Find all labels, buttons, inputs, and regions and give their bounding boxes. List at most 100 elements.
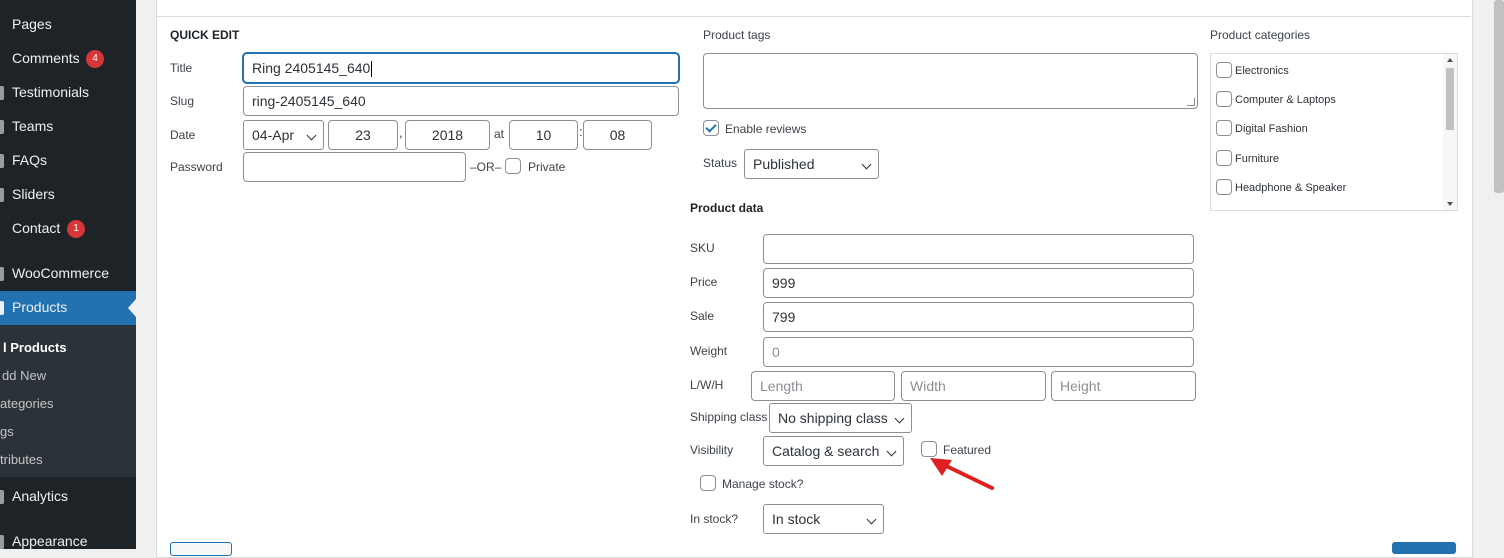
date-label: Date <box>170 128 196 142</box>
menu-label: Appearance <box>12 533 88 549</box>
category-checkbox[interactable] <box>1216 120 1232 136</box>
month-value: 04-Apr <box>252 127 295 143</box>
menu-label: Sliders <box>12 186 55 202</box>
menu-comments[interactable]: Comments 4 <box>0 42 136 76</box>
price-input[interactable]: 999 <box>763 268 1194 298</box>
menu-label: Pages <box>12 16 52 32</box>
status-value: Published <box>753 156 815 172</box>
menu-appearance[interactable]: Appearance <box>0 525 136 549</box>
menu-label: Products <box>12 299 68 315</box>
shipping-class-label: Shipping class <box>690 410 768 424</box>
private-checkbox[interactable] <box>505 158 521 174</box>
hour-input[interactable]: 10 <box>509 120 578 150</box>
update-button[interactable] <box>1392 542 1456 554</box>
menu-contact[interactable]: Contact 1 <box>0 212 136 246</box>
length-input[interactable]: Length <box>751 371 895 401</box>
category-checkbox[interactable] <box>1216 62 1232 78</box>
enable-reviews-label: Enable reviews <box>725 122 807 136</box>
slug-input[interactable]: ring-2405145_640 <box>243 86 679 116</box>
stock-status-value: In stock <box>772 511 821 527</box>
menu-label: Testimonials <box>12 84 90 100</box>
password-input[interactable] <box>243 152 466 182</box>
minute-input[interactable]: 08 <box>583 120 652 150</box>
woocommerce-icon <box>0 267 4 281</box>
stock-status-select[interactable]: In stock <box>763 504 884 534</box>
month-select[interactable]: 04-Apr <box>243 120 324 150</box>
product-tags-textarea[interactable] <box>703 53 1198 109</box>
scroll-up-icon[interactable] <box>1447 58 1453 62</box>
menu-woocommerce[interactable]: WooCommerce <box>0 257 136 291</box>
visibility-select[interactable]: Catalog & search <box>763 436 904 466</box>
shipping-class-select[interactable]: No shipping class <box>769 403 912 433</box>
category-checkbox[interactable] <box>1216 150 1232 166</box>
price-label: Price <box>690 275 718 289</box>
testimonials-icon <box>0 86 4 100</box>
menu-label: Comments <box>12 50 80 66</box>
submenu-all-products[interactable]: l Products <box>0 334 136 362</box>
category-label: Computer & Laptops <box>1235 94 1336 106</box>
categories-scroll-thumb[interactable] <box>1446 68 1454 130</box>
product-data-heading: Product data <box>690 201 764 215</box>
menu-teams[interactable]: Teams <box>0 110 136 144</box>
appearance-icon <box>0 535 4 549</box>
manage-stock-checkbox[interactable] <box>700 475 716 491</box>
year-input[interactable]: 2018 <box>405 120 490 150</box>
text-cursor <box>371 61 373 78</box>
submenu-label: l Products <box>3 340 67 355</box>
admin-sidebar: Pages Comments 4 Testimonials Teams FAQs… <box>0 0 136 549</box>
chevron-down-icon <box>866 514 877 525</box>
sku-input[interactable] <box>763 234 1194 264</box>
menu-label: Teams <box>12 118 54 134</box>
scroll-down-icon[interactable] <box>1447 202 1453 206</box>
at-label: at <box>494 127 505 141</box>
sale-input[interactable]: 799 <box>763 302 1194 332</box>
title-input[interactable]: Ring 2405145_640 <box>243 53 679 83</box>
submenu-categories[interactable]: ategories <box>0 390 136 418</box>
menu-sliders[interactable]: Sliders <box>0 178 136 212</box>
menu-faqs[interactable]: FAQs <box>0 144 136 178</box>
resize-grip-icon[interactable] <box>1187 98 1195 106</box>
chevron-down-icon <box>894 413 905 424</box>
menu-products[interactable]: Products <box>0 291 136 325</box>
page-scroll-thumb[interactable] <box>1494 0 1504 193</box>
category-label: Electronics <box>1235 65 1289 77</box>
dimensions-label: L/W/H <box>690 378 724 392</box>
active-indicator <box>128 299 136 317</box>
title-value: Ring 2405145_640 <box>252 60 371 76</box>
menu-testimonials[interactable]: Testimonials <box>0 76 136 110</box>
category-checkbox[interactable] <box>1216 91 1232 107</box>
menu-pages[interactable]: Pages <box>0 8 136 42</box>
cancel-button[interactable] <box>170 542 232 556</box>
category-checkbox[interactable] <box>1216 179 1232 195</box>
categories-scrollbar[interactable] <box>1443 54 1457 210</box>
product-categories-list[interactable]: Electronics Computer & Laptops Digital F… <box>1210 53 1458 211</box>
menu-analytics[interactable]: Analytics <box>0 480 136 514</box>
visibility-label: Visibility <box>690 443 734 457</box>
product-categories-label: Product categories <box>1210 28 1311 42</box>
teams-icon <box>0 120 4 134</box>
width-input[interactable]: Width <box>901 371 1046 401</box>
enable-reviews-checkbox[interactable] <box>703 120 719 136</box>
faqs-icon <box>0 154 4 168</box>
weight-input[interactable]: 0 <box>763 337 1194 367</box>
manage-stock-label: Manage stock? <box>722 477 804 491</box>
submenu-attributes[interactable]: tributes <box>0 446 136 474</box>
submenu-add-new[interactable]: dd New <box>0 362 136 390</box>
submenu-tags[interactable]: gs <box>0 418 136 446</box>
status-select[interactable]: Published <box>744 149 879 179</box>
visibility-value: Catalog & search <box>772 443 880 459</box>
shipping-class-value: No shipping class <box>778 410 888 426</box>
submenu-label: gs <box>0 424 14 439</box>
contact-count-badge: 1 <box>67 220 85 238</box>
weight-label: Weight <box>690 344 728 358</box>
height-input[interactable]: Height <box>1051 371 1196 401</box>
sliders-icon <box>0 188 4 202</box>
day-input[interactable]: 23 <box>328 120 398 150</box>
category-label: Furniture <box>1235 153 1280 165</box>
submenu-label: dd New <box>2 368 47 383</box>
products-submenu: l Products dd New ategories gs tributes <box>0 325 136 477</box>
password-label: Password <box>170 160 223 174</box>
chevron-down-icon <box>886 446 897 457</box>
chevron-down-icon <box>861 159 872 170</box>
submenu-label: tributes <box>0 452 43 467</box>
